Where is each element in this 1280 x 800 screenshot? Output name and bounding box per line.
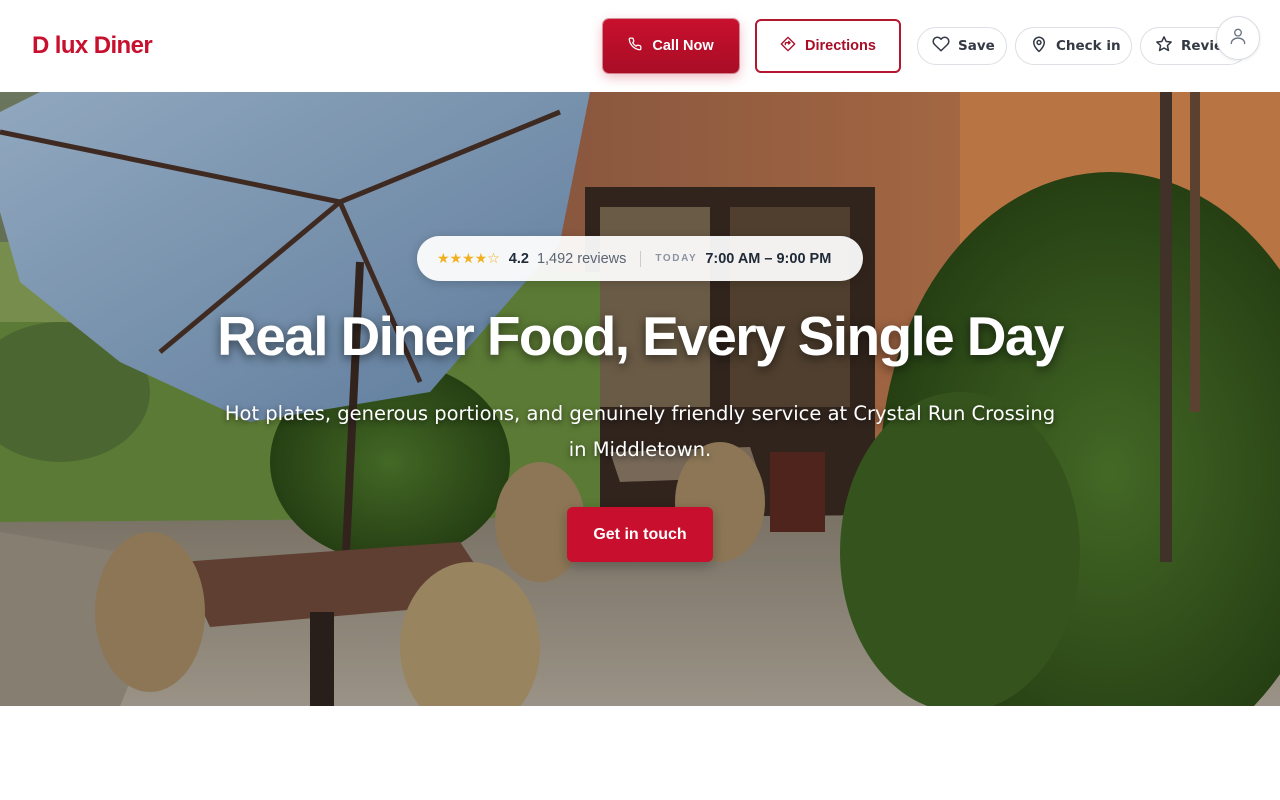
rating-value: 4.2 — [508, 250, 529, 267]
hero-subtitle: Hot plates, generous portions, and genui… — [224, 402, 1056, 461]
location-pin-icon — [1030, 35, 1048, 57]
save-label: Save — [958, 38, 995, 54]
site-header: D lux Diner Call Now Directions Save Che… — [0, 0, 1280, 92]
user-icon — [1228, 26, 1248, 51]
pill-divider — [640, 250, 642, 267]
rating-hours-pill: ★★★★☆ 4.2 1,492 reviews TODAY 7:00 AM – … — [417, 236, 863, 281]
directions-icon — [780, 36, 796, 56]
account-button[interactable] — [1216, 16, 1260, 60]
star-icon — [1155, 35, 1173, 57]
hero-section: ★★★★☆ 4.2 1,492 reviews TODAY 7:00 AM – … — [0, 92, 1280, 706]
star-rating: ★★★★☆ — [437, 250, 500, 267]
check-in-button[interactable]: Check in — [1015, 27, 1132, 65]
get-in-touch-button[interactable]: Get in touch — [567, 507, 713, 562]
call-now-button[interactable]: Call Now — [603, 19, 739, 73]
hero-headline: Real Diner Food, Every Single Day — [217, 305, 1064, 367]
review-count[interactable]: 1,492 reviews — [537, 251, 626, 267]
brand-name[interactable]: D lux Diner — [32, 32, 153, 60]
directions-button[interactable]: Directions — [755, 19, 901, 73]
save-button[interactable]: Save — [917, 27, 1007, 65]
directions-label: Directions — [805, 38, 876, 54]
call-now-label: Call Now — [652, 38, 714, 54]
phone-icon — [628, 37, 642, 55]
opening-hours: 7:00 AM – 9:00 PM — [705, 250, 832, 267]
check-in-label: Check in — [1056, 38, 1121, 54]
today-label: TODAY — [655, 253, 698, 264]
heart-icon — [932, 35, 950, 57]
